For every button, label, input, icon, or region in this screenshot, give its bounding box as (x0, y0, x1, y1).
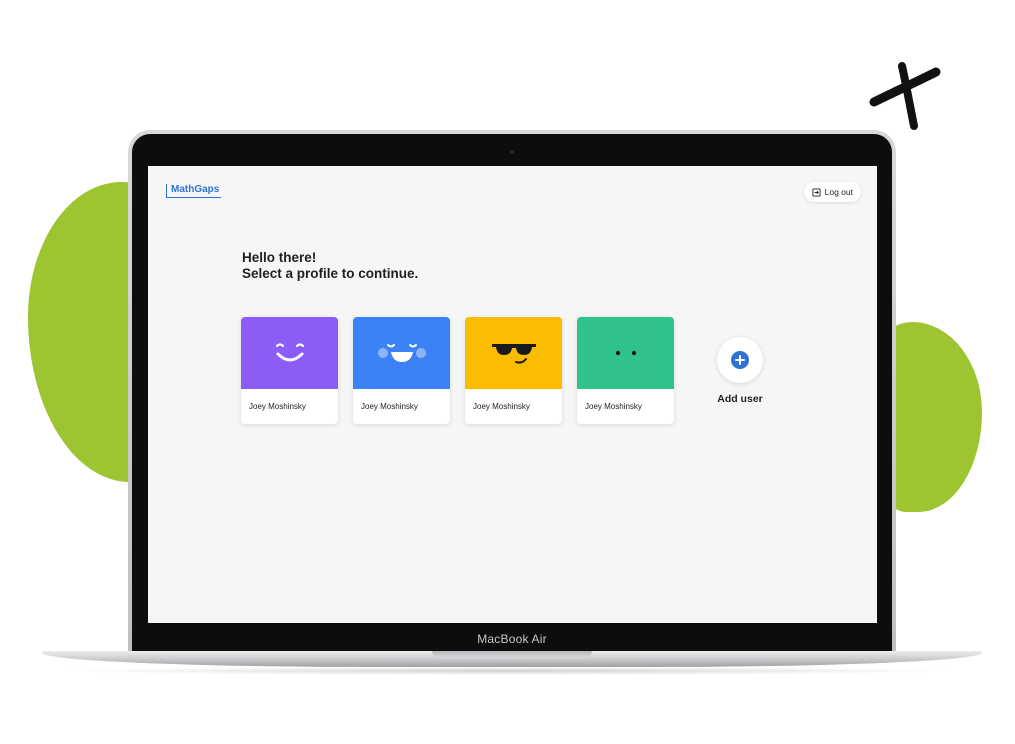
camera-icon (510, 150, 514, 154)
profile-list: Joey Moshinsky Joey Moshinsky Joey Moshi… (241, 317, 775, 424)
greeting-line-2: Select a profile to continue. (242, 266, 419, 281)
add-user-circle[interactable] (717, 337, 763, 383)
sunglasses-face-icon (491, 344, 536, 364)
app-screen: MathGaps Log out Hello there! Select a p… (148, 166, 877, 623)
neutral-face-icon (615, 350, 636, 356)
profile-card[interactable]: Joey Moshinsky (577, 317, 674, 424)
profile-card[interactable]: Joey Moshinsky (241, 317, 338, 424)
profile-card[interactable]: Joey Moshinsky (353, 317, 450, 424)
greeting-line-1: Hello there! (242, 250, 317, 265)
plus-circle-icon (731, 351, 749, 369)
mathgaps-logo[interactable]: MathGaps (166, 184, 222, 198)
laptop-notch (432, 651, 592, 658)
happy-face-icon (275, 343, 304, 362)
profile-name: Joey Moshinsky (585, 402, 642, 411)
profile-name: Joey Moshinsky (473, 402, 530, 411)
profile-card[interactable]: Joey Moshinsky (465, 317, 562, 424)
profile-avatar (465, 317, 562, 389)
blushing-face-icon (377, 344, 426, 362)
decorative-x-mark (869, 62, 941, 130)
profile-name: Joey Moshinsky (361, 402, 418, 411)
profile-name: Joey Moshinsky (249, 402, 306, 411)
device-label: MacBook Air (477, 632, 547, 646)
logout-icon (812, 187, 821, 197)
logout-button[interactable]: Log out (803, 182, 861, 202)
add-user-label: Add user (717, 393, 763, 405)
profile-avatar (577, 317, 674, 389)
logout-label: Log out (824, 187, 853, 197)
add-user-button[interactable]: Add user (705, 317, 775, 424)
profile-avatar (241, 317, 338, 389)
profile-avatar (353, 317, 450, 389)
laptop-shadow (60, 667, 960, 675)
greeting-heading: Hello there! Select a profile to continu… (242, 250, 418, 282)
